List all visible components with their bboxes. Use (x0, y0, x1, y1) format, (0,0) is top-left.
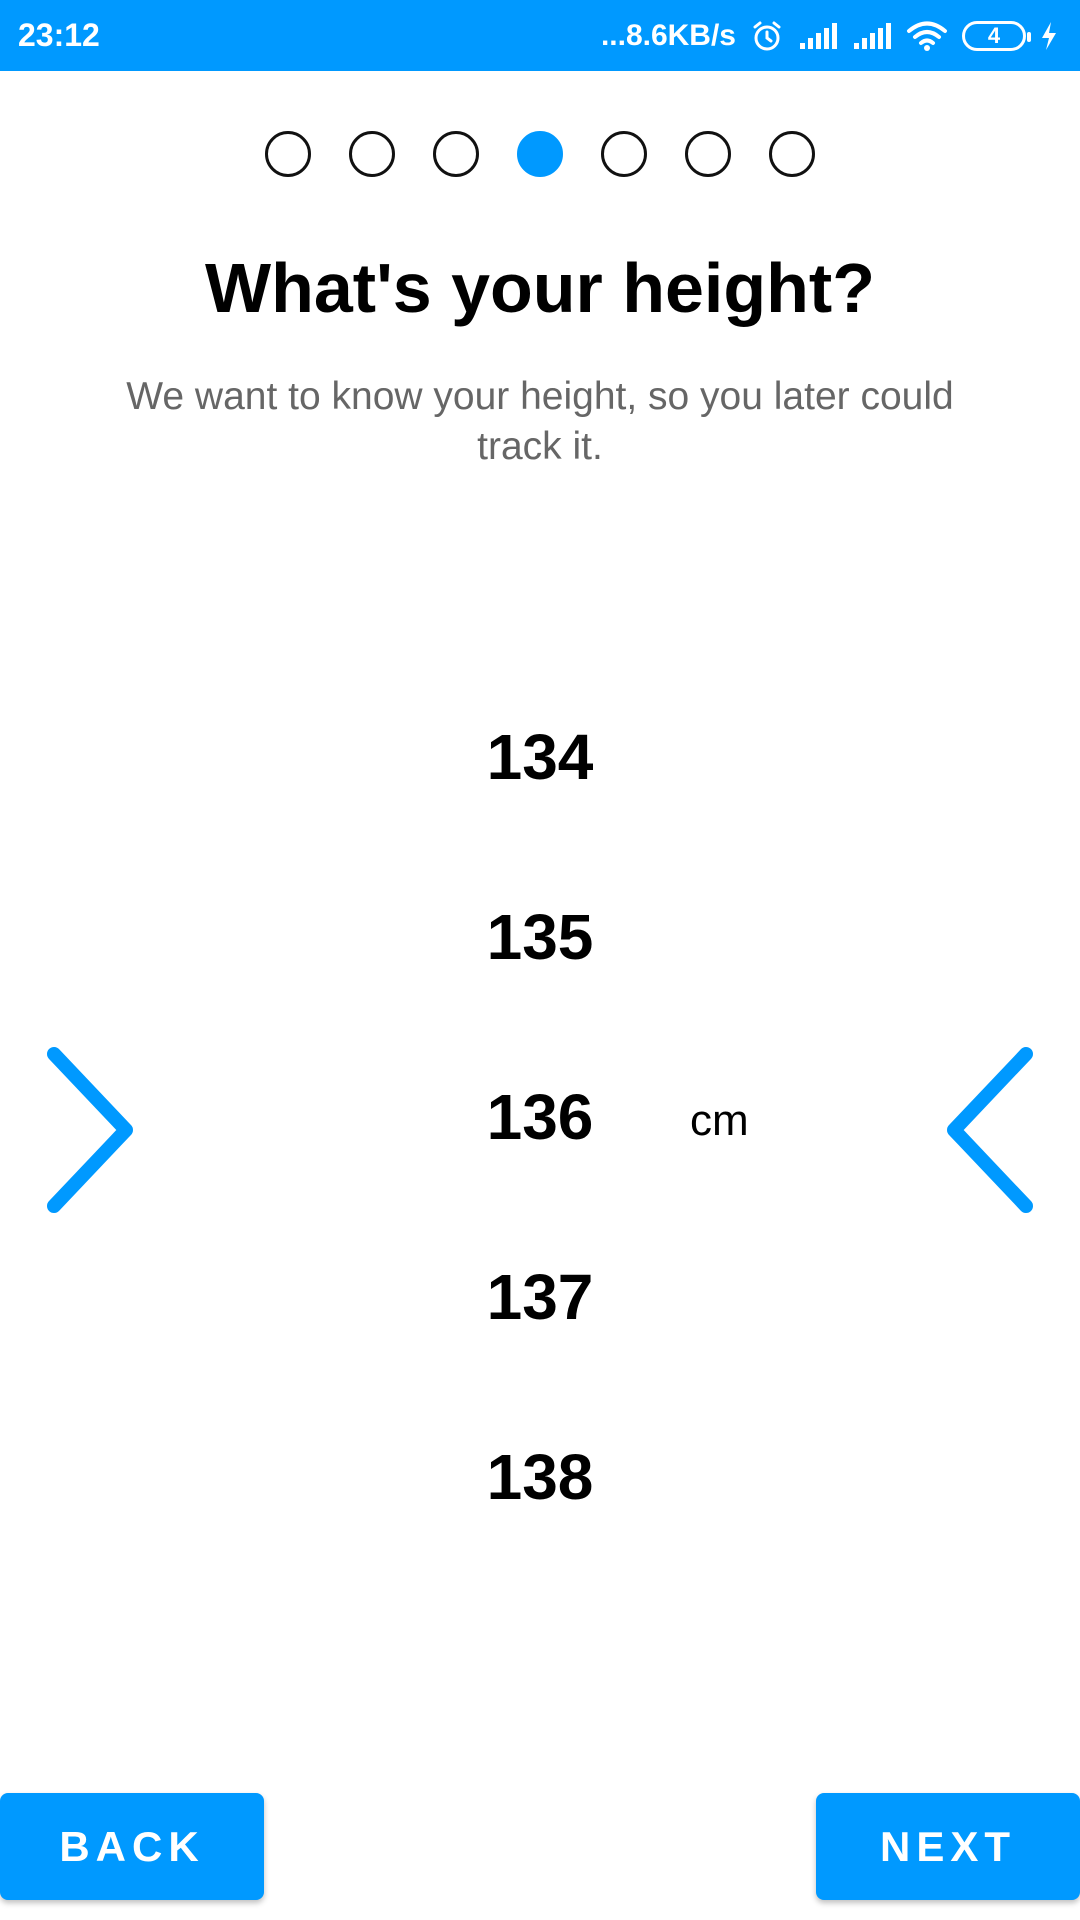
picker-value[interactable]: 135 (440, 900, 640, 974)
status-bar: 23:12 ...8.6KB/s 4 (0, 0, 1080, 71)
step-dot-active (517, 131, 563, 177)
step-dot (685, 131, 731, 177)
unit-label: cm (690, 1096, 749, 1145)
page-subtitle: We want to know your height, so you late… (126, 375, 954, 468)
charging-icon (1040, 21, 1058, 51)
battery-icon: 4 (962, 20, 1031, 51)
step-indicator (0, 131, 1080, 177)
status-time: 23:12 (18, 17, 100, 53)
battery-level: 4 (987, 22, 1001, 48)
wifi-icon (906, 20, 948, 52)
next-button[interactable]: NEXT (816, 1793, 1080, 1900)
picker-value[interactable]: 134 (440, 720, 640, 794)
alarm-icon (750, 19, 784, 53)
signal-icon (798, 21, 838, 51)
network-speed: ...8.6KB/s (600, 18, 736, 52)
picker-value[interactable]: 138 (440, 1440, 640, 1514)
status-icons: ...8.6KB/s 4 (601, 19, 1058, 53)
step-dot (349, 131, 395, 177)
chevron-right-icon[interactable] (40, 1040, 140, 1220)
back-button[interactable]: BACK (0, 1793, 264, 1900)
step-dot (433, 131, 479, 177)
step-dot (265, 131, 311, 177)
height-picker[interactable]: 134 135 136 137 138 cm (0, 720, 1080, 1530)
step-dot (769, 131, 815, 177)
picker-value[interactable]: 137 (440, 1260, 640, 1334)
step-dot (601, 131, 647, 177)
picker-value-selected[interactable]: 136 (440, 1080, 640, 1154)
page-title: What's your height? (205, 249, 875, 327)
signal-icon (852, 21, 892, 51)
chevron-left-icon[interactable] (940, 1040, 1040, 1220)
